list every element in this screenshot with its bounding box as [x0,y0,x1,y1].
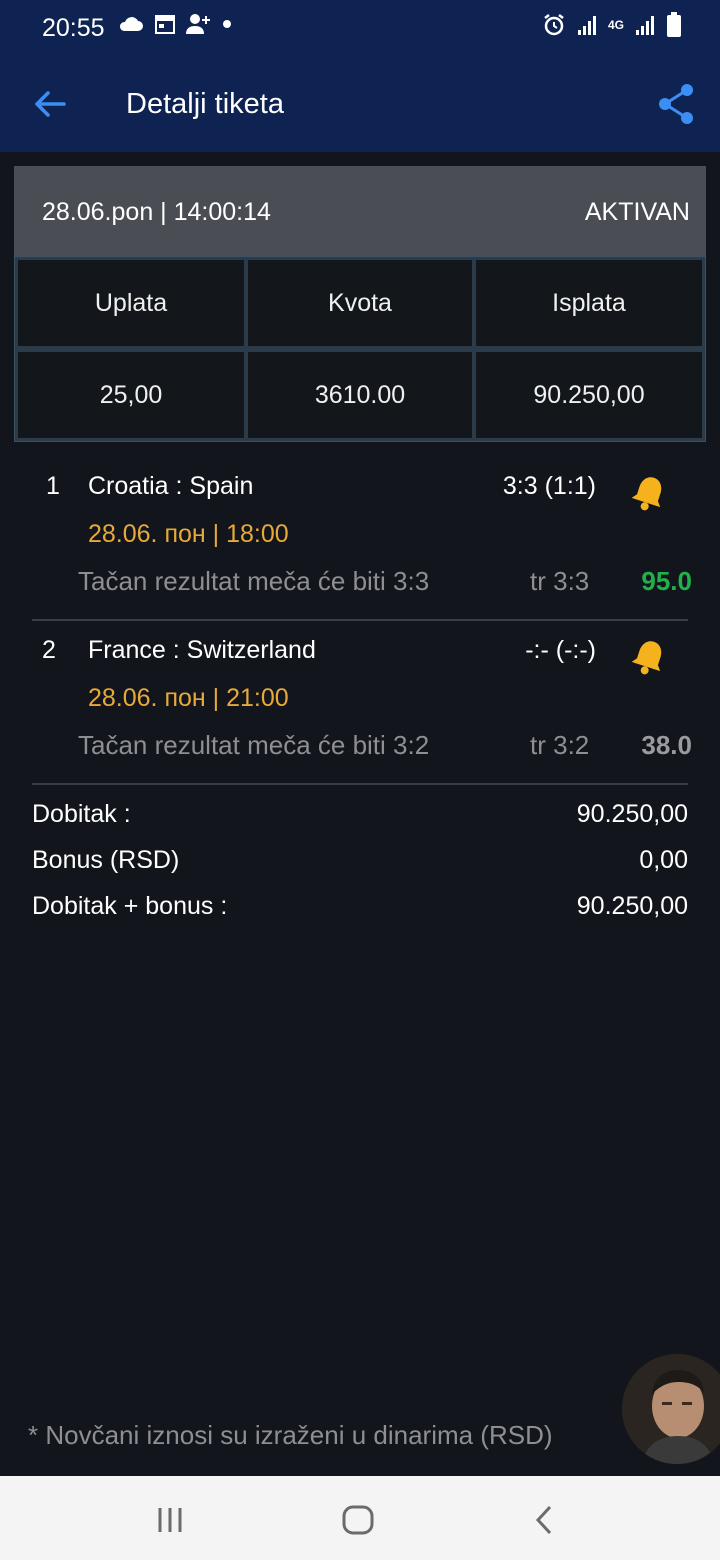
network-4g-icon: 4G [607,18,624,32]
summary-label: Dobitak + bonus : [32,892,228,920]
bet-odd: 95.0 [641,566,692,596]
value-cell-uplata: 25,00 [18,352,244,438]
list-item[interactable]: 1 Croatia : Spain 3:3 (1:1) 28.06. пон |… [0,456,720,616]
home-icon[interactable] [338,1500,378,1540]
match-teams: Croatia : Spain [88,472,254,500]
status-left-icons [118,12,232,36]
back-icon[interactable] [526,1500,566,1540]
header-cell-kvota: Kvota [248,260,472,346]
summary-row-bonus: Bonus (RSD) 0,00 [32,846,688,886]
value-cell-isplata: 90.250,00 [476,352,702,438]
summary-value: 90.250,00 [576,892,688,920]
divider [32,783,688,785]
bell-icon[interactable] [628,472,670,514]
dot-icon [223,20,231,28]
match-time: 28.06. пон | 18:00 [88,520,289,548]
arrow-left-icon[interactable] [30,84,70,124]
alarm-icon [544,14,564,36]
currency-footnote: * Novčani iznosi su izraženi u dinarima … [28,1420,553,1450]
match-time: 28.06. пон | 21:00 [88,684,289,712]
status-time: 20:55 [42,14,105,42]
match-number: 1 [46,472,60,500]
bell-icon[interactable] [628,636,670,678]
value-cell-kvota: 3610.00 [248,352,472,438]
bet-description: Tačan rezultat meča će biti 3:3 [78,566,430,596]
recent-apps-icon[interactable] [150,1500,190,1540]
contact-add-icon [186,14,210,34]
summary-label: Dobitak : [32,800,131,828]
ticket-header: 28.06.pon | 14:00:14 AKTIVAN [14,166,706,258]
match-score: -:- (-:-) [525,636,596,664]
bet-odd: 38.0 [641,730,692,760]
header-cell-isplata: Isplata [476,260,702,346]
system-nav-bar [0,1476,720,1560]
summary-row-total: Dobitak + bonus : 90.250,00 [32,892,688,932]
summary-row-winnings: Dobitak : 90.250,00 [32,800,688,840]
calendar-icon [155,15,175,34]
ticket-summary-grid: Uplata Kvota Isplata 25,00 3610.00 90.25… [14,256,706,442]
signal-icon [636,16,654,35]
avatar-image [622,1354,720,1464]
match-teams: France : Switzerland [88,636,316,664]
page-title: Detalji tiketa [126,88,284,120]
signal-icon [577,16,596,35]
status-badge: AKTIVAN [584,198,690,226]
summary-value: 0,00 [639,846,688,874]
avatar[interactable] [622,1354,720,1464]
list-item[interactable]: 2 France : Switzerland -:- (-:-) 28.06. … [0,620,720,780]
app-bar: Detalji tiketa [0,56,720,152]
status-right-icons: 4G [542,12,682,38]
match-number: 2 [42,636,56,664]
summary-value: 90.250,00 [576,800,688,828]
cloud-icon [119,17,143,31]
status-bar: 20:55 4G [0,0,720,56]
summary-label: Bonus (RSD) [32,846,180,874]
match-score: 3:3 (1:1) [502,472,596,500]
bet-tip: tr 3:2 [530,730,590,760]
ticket-date: 28.06.pon | 14:00:14 [42,198,271,226]
bet-description: Tačan rezultat meča će biti 3:2 [78,730,430,760]
header-cell-uplata: Uplata [18,260,244,346]
bet-tip: tr 3:3 [530,566,590,596]
battery-icon [667,12,681,37]
share-icon[interactable] [656,82,696,126]
